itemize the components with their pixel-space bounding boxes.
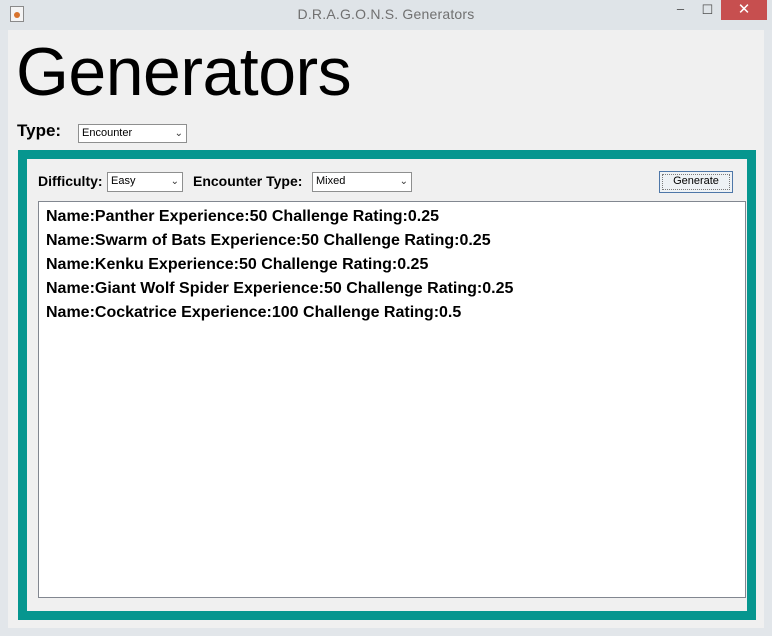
type-select[interactable]: Encounter ⌄ bbox=[78, 124, 187, 143]
chevron-down-icon: ⌄ bbox=[399, 176, 408, 187]
results-textarea[interactable]: Name:Panther Experience:50 Challenge Rat… bbox=[38, 201, 746, 598]
result-line: Name:Giant Wolf Spider Experience:50 Cha… bbox=[46, 280, 514, 297]
encounter-panel: Difficulty: Easy ⌄ Encounter Type: Mixed… bbox=[27, 159, 747, 611]
difficulty-select-value: Easy bbox=[111, 175, 136, 187]
result-line: Name:Panther Experience:50 Challenge Rat… bbox=[46, 208, 440, 225]
type-label: Type: bbox=[17, 121, 62, 140]
result-line: Name:Kenku Experience:50 Challenge Ratin… bbox=[46, 256, 429, 273]
difficulty-select[interactable]: Easy ⌄ bbox=[107, 172, 183, 192]
close-button[interactable]: ✕ bbox=[721, 0, 767, 20]
window-title: D.R.A.G.O.N.S. Generators bbox=[297, 6, 475, 22]
encounter-type-select[interactable]: Mixed ⌄ bbox=[312, 172, 412, 192]
difficulty-label: Difficulty: bbox=[38, 173, 103, 189]
content-area: Generators Type: Encounter ⌄ Difficulty:… bbox=[8, 30, 764, 628]
result-line: Name:Cockatrice Experience:100 Challenge… bbox=[46, 304, 462, 321]
minimize-button[interactable]: – bbox=[667, 0, 694, 20]
page-title: Generators bbox=[16, 34, 352, 110]
generate-button[interactable]: Generate bbox=[659, 171, 733, 193]
generator-panel-border: Difficulty: Easy ⌄ Encounter Type: Mixed… bbox=[18, 150, 756, 620]
encounter-type-label: Encounter Type: bbox=[193, 173, 303, 189]
maximize-button[interactable]: ☐ bbox=[694, 0, 721, 20]
type-select-value: Encounter bbox=[82, 127, 133, 139]
chevron-down-icon: ⌄ bbox=[170, 176, 179, 187]
title-bar[interactable]: D.R.A.G.O.N.S. Generators – ☐ ✕ bbox=[0, 0, 772, 30]
app-window: D.R.A.G.O.N.S. Generators – ☐ ✕ Generato… bbox=[0, 0, 772, 636]
chevron-down-icon: ⌄ bbox=[174, 128, 183, 139]
result-line: Name:Swarm of Bats Experience:50 Challen… bbox=[46, 232, 491, 249]
encounter-type-select-value: Mixed bbox=[316, 175, 346, 187]
